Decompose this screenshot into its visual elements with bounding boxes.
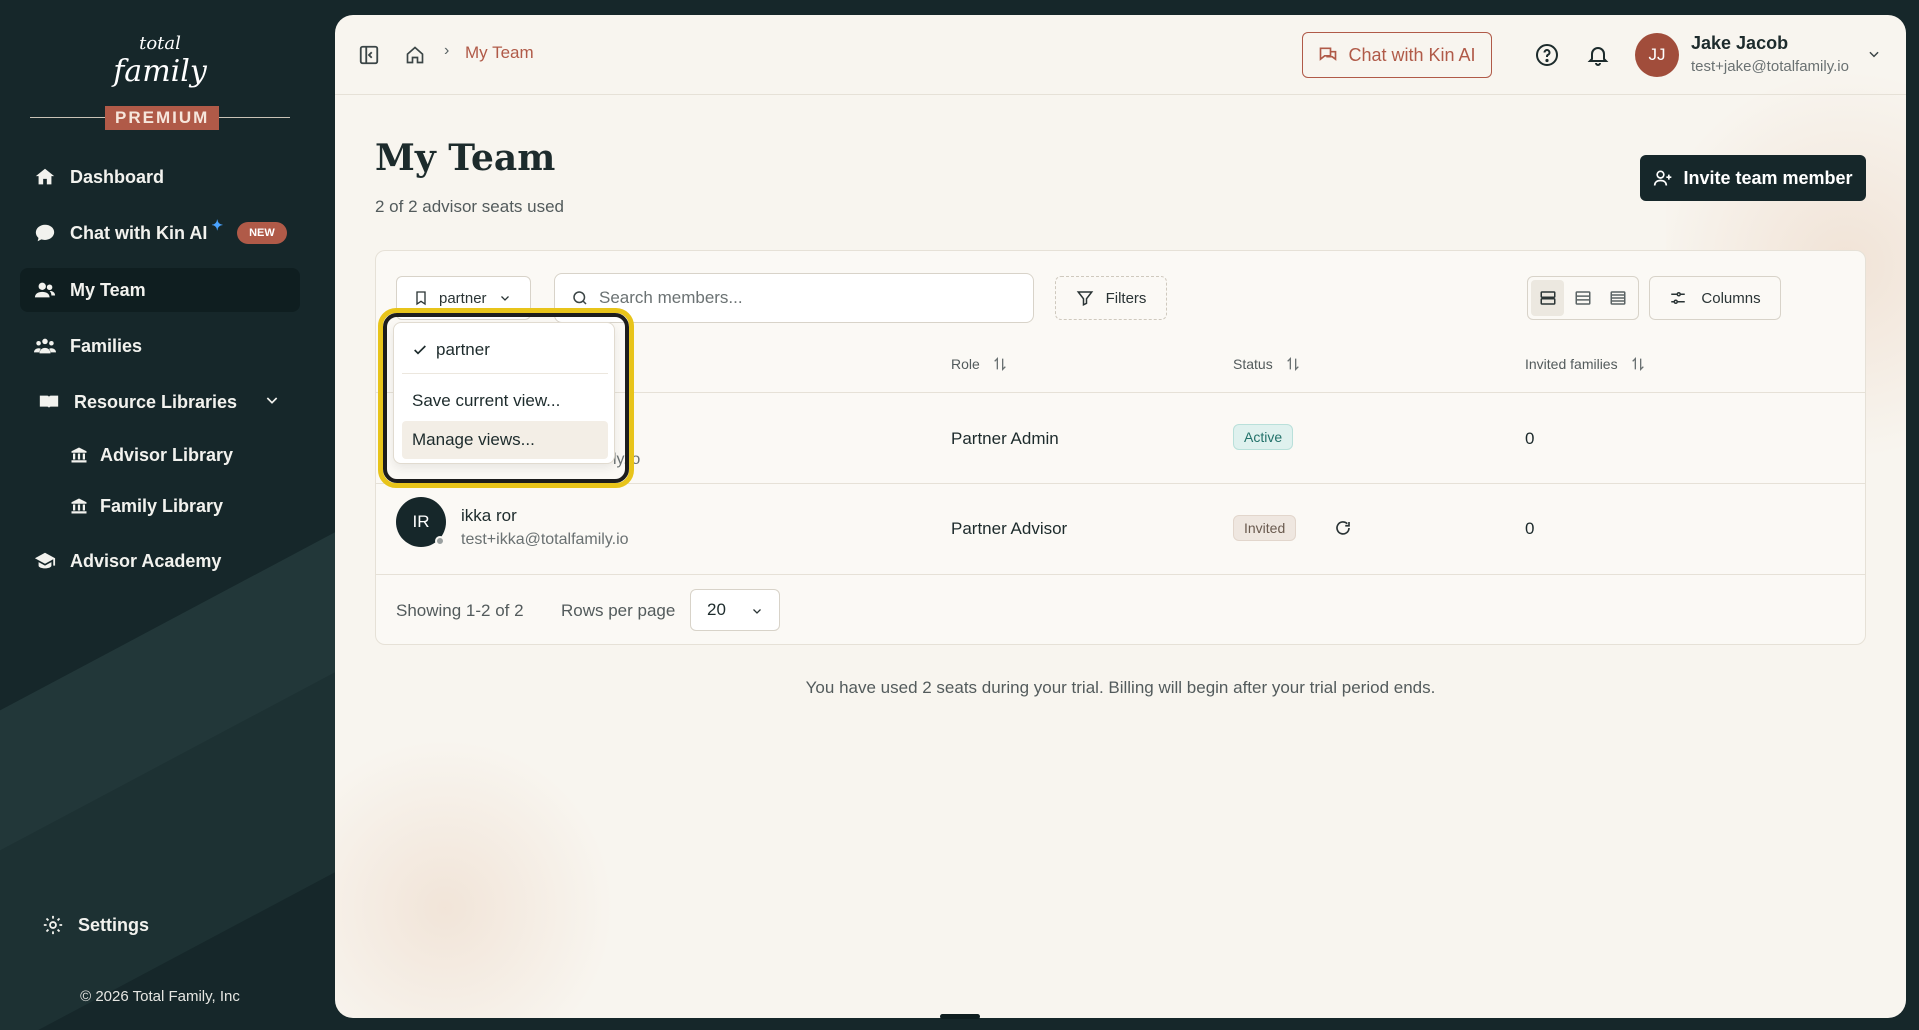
logo[interactable]: total family (0, 30, 320, 89)
main-panel: › My Team Chat with Kin AI JJ Jake Jacob… (335, 15, 1906, 1018)
library-icon (71, 498, 87, 514)
menu-item-save-current-view[interactable]: Save current view... (402, 382, 608, 420)
new-badge: NEW (237, 222, 287, 244)
menu-item-view-partner[interactable]: partner (402, 331, 608, 369)
column-header-invited-families[interactable]: Invited families (1525, 356, 1646, 372)
bell-icon[interactable] (1584, 41, 1612, 69)
sort-icon (1631, 357, 1644, 371)
sidebar-subitem-family-library[interactable]: Family Library (70, 488, 223, 524)
sidebar-item-dashboard[interactable]: Dashboard (20, 155, 300, 199)
status-badge: Active (1233, 424, 1294, 450)
density-toggle (1527, 276, 1639, 320)
search-icon (573, 291, 587, 305)
sidebar-item-label: Settings (78, 914, 150, 935)
sparkle-icon: ✦ (211, 216, 224, 233)
chevron-down-icon[interactable] (1867, 47, 1881, 66)
user-email: test+jake@totalfamily.io (1691, 58, 1849, 75)
member-name: ikka ror (461, 506, 517, 525)
saved-views-menu: partner Save current view... Manage view… (393, 322, 615, 464)
sidebar-item-label: Dashboard (70, 166, 165, 187)
user-avatar[interactable]: JJ (1635, 33, 1679, 77)
pagination-summary: Showing 1-2 of 2 (396, 601, 524, 620)
add-user-icon (1654, 170, 1672, 186)
chat-bubble-icon (34, 222, 56, 244)
member-email: test+ikka@totalfamily.io (461, 531, 629, 548)
member-role: Partner Advisor (951, 519, 1068, 538)
team-icon (34, 279, 56, 301)
breadcrumb-separator-icon: › (444, 42, 450, 59)
library-icon (71, 447, 87, 463)
chevron-down-icon (264, 392, 280, 413)
gear-icon (42, 914, 64, 936)
check-icon (414, 345, 426, 355)
status-badge: Invited (1233, 515, 1297, 541)
sidebar-item-resource-libraries[interactable]: Resource Libraries (20, 380, 300, 424)
seats-used: 2 of 2 advisor seats used (375, 197, 565, 216)
sidebar-item-settings[interactable]: Settings (20, 903, 300, 947)
sidebar: total family PREMIUM Dashboard Chat with… (0, 0, 335, 1030)
page-title: My Team (375, 137, 556, 179)
filters-button[interactable]: Filters (1055, 276, 1167, 320)
sort-icon (993, 357, 1006, 371)
graduation-cap-icon (34, 550, 56, 572)
premium-badge: PREMIUM (105, 106, 220, 130)
sidebar-item-label: Families (70, 335, 143, 356)
bookmark-icon (416, 291, 426, 306)
premium-divider: PREMIUM (30, 106, 290, 130)
search-input[interactable] (599, 288, 999, 308)
invited-families-count: 0 (1525, 429, 1535, 448)
help-icon[interactable] (1533, 41, 1561, 69)
invite-button-label: Invite team member (1683, 167, 1853, 188)
member-role: Partner Admin (951, 429, 1059, 448)
resize-handle[interactable] (940, 1014, 980, 1019)
columns-button[interactable]: Columns (1649, 276, 1781, 320)
column-header-status[interactable]: Status (1233, 356, 1301, 372)
sidebar-item-label: Chat with Kin AI (70, 222, 208, 243)
chat-icon (1320, 47, 1337, 61)
columns-label: Columns (1701, 289, 1761, 307)
chevron-down-icon (500, 296, 509, 301)
breadcrumb[interactable]: My Team (465, 43, 534, 63)
column-header-role[interactable]: Role (951, 356, 1008, 372)
filter-icon (1076, 291, 1093, 306)
sidebar-item-families[interactable]: Families (20, 324, 300, 368)
chat-button-label: Chat with Kin AI (1348, 44, 1476, 65)
sidebar-subitem-label: Advisor Library (100, 444, 234, 465)
menu-item-manage-views[interactable]: Manage views... (402, 421, 608, 459)
avatar: IR (396, 497, 446, 547)
filters-label: Filters (1105, 289, 1147, 307)
density-standard-icon[interactable] (1566, 280, 1599, 316)
sidebar-subitem-label: Family Library (100, 495, 224, 516)
chat-with-kin-button[interactable]: Chat with Kin AI (1302, 32, 1492, 78)
presence-dot (435, 536, 445, 546)
sidebar-item-label: My Team (70, 279, 146, 300)
sidebar-item-my-team[interactable]: My Team (20, 268, 300, 312)
invite-team-member-button[interactable]: Invite team member (1640, 155, 1866, 201)
copyright: © 2026 Total Family, Inc (80, 988, 240, 1005)
selected-view-label: partner (439, 289, 487, 307)
resend-invite-icon[interactable] (1334, 519, 1352, 542)
density-comfortable-icon[interactable] (1531, 280, 1565, 316)
density-compact-icon[interactable] (1602, 280, 1635, 316)
sort-icon (1286, 357, 1299, 371)
sidebar-item-chat[interactable]: Chat with Kin AI ✦ NEW (20, 211, 300, 255)
rows-per-page-label: Rows per page (561, 601, 676, 620)
sidebar-item-label: Resource Libraries (74, 391, 238, 412)
sidebar-item-advisor-academy[interactable]: Advisor Academy (20, 539, 300, 583)
book-icon (38, 391, 60, 413)
logo-text-bottom: family (113, 54, 207, 89)
sliders-icon (1671, 292, 1686, 304)
top-bar: › My Team Chat with Kin AI JJ Jake Jacob… (335, 15, 1906, 95)
home-icon (34, 166, 56, 188)
families-icon (34, 335, 56, 357)
trial-billing-note: You have used 2 seats during your trial.… (805, 678, 1436, 697)
sidebar-subitem-advisor-library[interactable]: Advisor Library (70, 437, 233, 473)
invited-families-count: 0 (1525, 519, 1535, 538)
chevron-down-icon (753, 609, 761, 614)
sidebar-item-label: Advisor Academy (70, 550, 222, 571)
sidebar-toggle-icon[interactable] (355, 41, 383, 69)
user-name[interactable]: Jake Jacob (1691, 33, 1788, 54)
home-icon[interactable] (401, 41, 429, 69)
rows-per-page-select[interactable]: 20 (690, 589, 780, 631)
